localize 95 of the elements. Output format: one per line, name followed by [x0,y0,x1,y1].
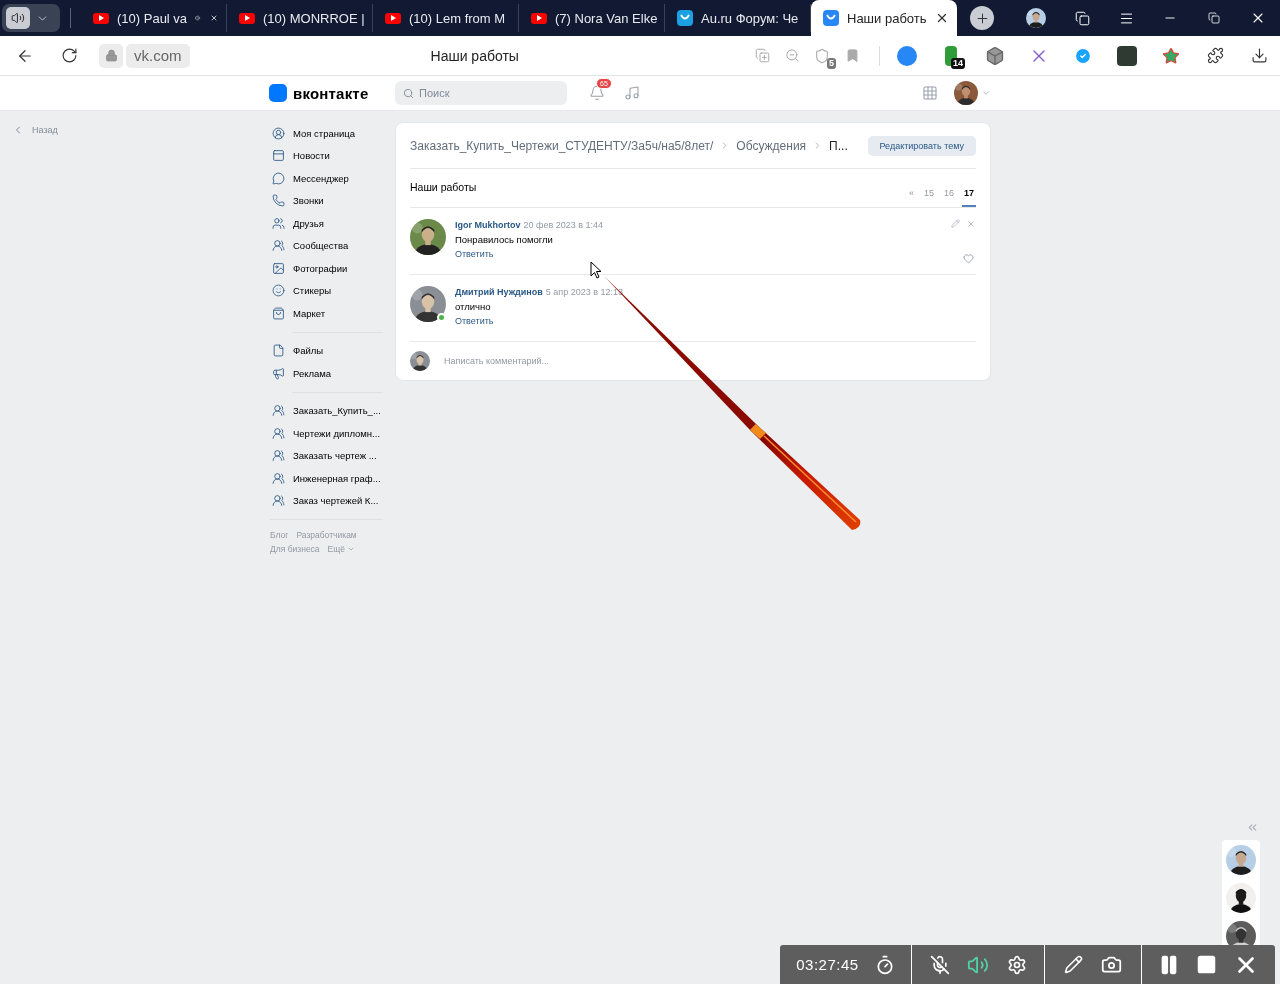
cursor-icon [590,261,602,279]
stop-button[interactable] [1196,954,1217,975]
edit-topic-button[interactable]: Редактировать тему [867,135,976,156]
browser-tab[interactable]: (7) Nora Van Elke [519,4,665,32]
smile-icon [272,284,285,298]
sidebar-item[interactable]: Заказать чертеж ... [270,444,383,467]
puzzle-icon [1206,47,1224,64]
breadcrumb-link[interactable]: Обсуждения [736,138,807,153]
new-tab-button[interactable] [970,6,994,30]
cube-icon [985,45,1005,66]
breadcrumb-link[interactable]: Заказать_Купить_Чертежи_СТУДЕНТУ/За5ч/на5/8лет/ [410,138,714,153]
copy-icon [1074,10,1090,26]
reply-link[interactable]: Ответить [455,249,494,259]
download-icon [1250,47,1268,64]
zoom-out-icon [784,48,800,63]
address-field[interactable]: vk.com [126,43,190,68]
page-link[interactable]: 17 [962,188,976,207]
sidebar-item[interactable]: Мессенджер [270,167,383,190]
menu-icon [1118,10,1134,26]
news-icon [272,149,285,163]
speaker-icon [11,11,25,25]
community-icon [272,404,285,418]
audio-button[interactable] [6,7,30,29]
sidebar-item[interactable]: Чертежи дипломн... [270,422,383,445]
search-icon [403,87,414,99]
logo-icon[interactable] [269,84,287,102]
sidebar-item[interactable]: Фотографии [270,257,383,280]
sidebar-item[interactable]: Друзья [270,212,383,235]
sidebar-item[interactable]: Сообщества [270,234,383,257]
megaphone-icon [272,366,285,380]
browser-tab[interactable]: Наши работь [811,0,957,36]
comment-date: 20 фев 2023 в 1:44 [523,220,604,230]
comment-text: отлично [455,301,491,312]
site-icon [677,10,693,26]
play-icon [531,12,547,24]
play-icon [385,12,401,24]
logo-text[interactable]: вконтакте [293,84,369,102]
sidebar-item[interactable]: Новости [270,144,383,167]
sidebar-item[interactable]: Звонки [270,189,383,212]
page-title: Наши работы [430,47,519,64]
topic-title: Наши работы [410,181,477,193]
star-icon [1162,46,1180,65]
bag-icon [272,306,285,320]
browser-tab[interactable]: (10) Lem from M [373,4,519,32]
phone-icon [272,194,285,208]
extension-button[interactable]: 14 [936,40,966,71]
bookmark-icon [844,48,860,63]
breadcrumb-link[interactable]: П... [829,138,848,153]
sidebar-item[interactable]: Моя страница [270,122,383,145]
shield-icon [814,47,830,64]
author-link[interactable]: Igor Mukhortov [455,220,521,230]
comment-text: Понравилось помогли [455,234,553,245]
sidebar-item[interactable]: Файлы [270,339,383,362]
community-icon [272,426,285,440]
sidebar-item[interactable]: Заказ чертежей К... [270,489,383,512]
browser-tab[interactable]: (10) Paul va [81,4,227,32]
screenshot-button[interactable] [1101,954,1123,975]
plus-icon [974,10,990,26]
mic-button[interactable] [929,954,950,975]
community-icon [272,239,285,253]
restore-icon [1208,12,1220,24]
copy-plus-icon [754,48,770,63]
close-icon[interactable] [935,11,949,25]
music-icon [624,85,640,101]
sidebar-item[interactable]: Маркет [270,302,383,325]
chevron-down-icon [981,88,991,98]
settings-button[interactable] [1006,954,1027,975]
author-link[interactable]: Дмитрий Нуждинов [455,287,543,297]
photo-icon [272,261,285,275]
protect-button[interactable]: 5 [807,40,837,71]
profile-icon [272,126,285,140]
sidebar-item[interactable]: Инженерная граф... [270,467,383,490]
reload-icon [60,47,78,64]
check-icon [1074,46,1092,65]
draw-button[interactable] [1063,955,1083,974]
sidebar-item[interactable]: Реклама [270,362,383,385]
bell-icon[interactable] [589,85,605,101]
community-icon [272,494,285,508]
play-icon [239,12,255,24]
sidebar-item[interactable]: Стикеры [270,279,383,302]
community-icon [272,449,285,463]
chevron-down-icon [347,545,355,553]
community-icon [272,471,285,485]
file-icon [272,344,285,358]
friends-icon [272,216,285,230]
recording-time: 03:27:45 [796,956,859,973]
lock-icon[interactable] [99,43,123,68]
reply-link[interactable]: Ответить [455,316,494,326]
apps-icon [922,85,938,101]
browser-tab[interactable]: (10) MONRROE | [227,4,373,32]
play-icon [93,12,109,24]
chat-icon [272,171,285,185]
sidebar-item[interactable]: Заказать_Купить_... [270,399,383,422]
site-icon [823,10,839,26]
browser-tab[interactable]: Au.ru Форум: Че [665,4,811,32]
